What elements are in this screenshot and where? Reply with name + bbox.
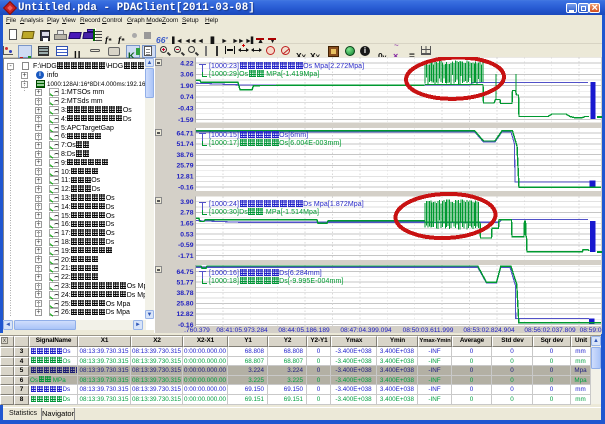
svg-text:1.65: 1.65 — [180, 221, 193, 228]
svg-text:4.22: 4.22 — [180, 60, 193, 67]
svg-text:-0.16: -0.16 — [178, 184, 194, 191]
svg-text:2.78: 2.78 — [180, 210, 193, 217]
svg-text:25.80: 25.80 — [176, 301, 193, 308]
svg-text:64.71: 64.71 — [176, 130, 193, 137]
svg-text:0.53: 0.53 — [180, 231, 193, 238]
svg-text:3.06: 3.06 — [180, 72, 193, 79]
svg-text:1.90: 1.90 — [180, 83, 193, 90]
svg-text:-0.59: -0.59 — [178, 242, 194, 249]
svg-text:12.82: 12.82 — [176, 311, 193, 318]
svg-text:38.76: 38.76 — [176, 152, 193, 159]
svg-text:64.75: 64.75 — [176, 269, 193, 276]
svg-text:51.77: 51.77 — [176, 279, 193, 286]
svg-text:38.78: 38.78 — [176, 290, 193, 297]
svg-text:-1.71: -1.71 — [178, 253, 194, 260]
svg-text:-0.43: -0.43 — [178, 106, 194, 113]
svg-text:12.81: 12.81 — [176, 174, 193, 181]
svg-text:0.74: 0.74 — [180, 94, 193, 101]
svg-text:51.74: 51.74 — [176, 141, 193, 148]
svg-text:25.79: 25.79 — [176, 163, 193, 170]
svg-text:3.90: 3.90 — [180, 199, 193, 206]
svg-text:-1.59: -1.59 — [178, 117, 194, 124]
